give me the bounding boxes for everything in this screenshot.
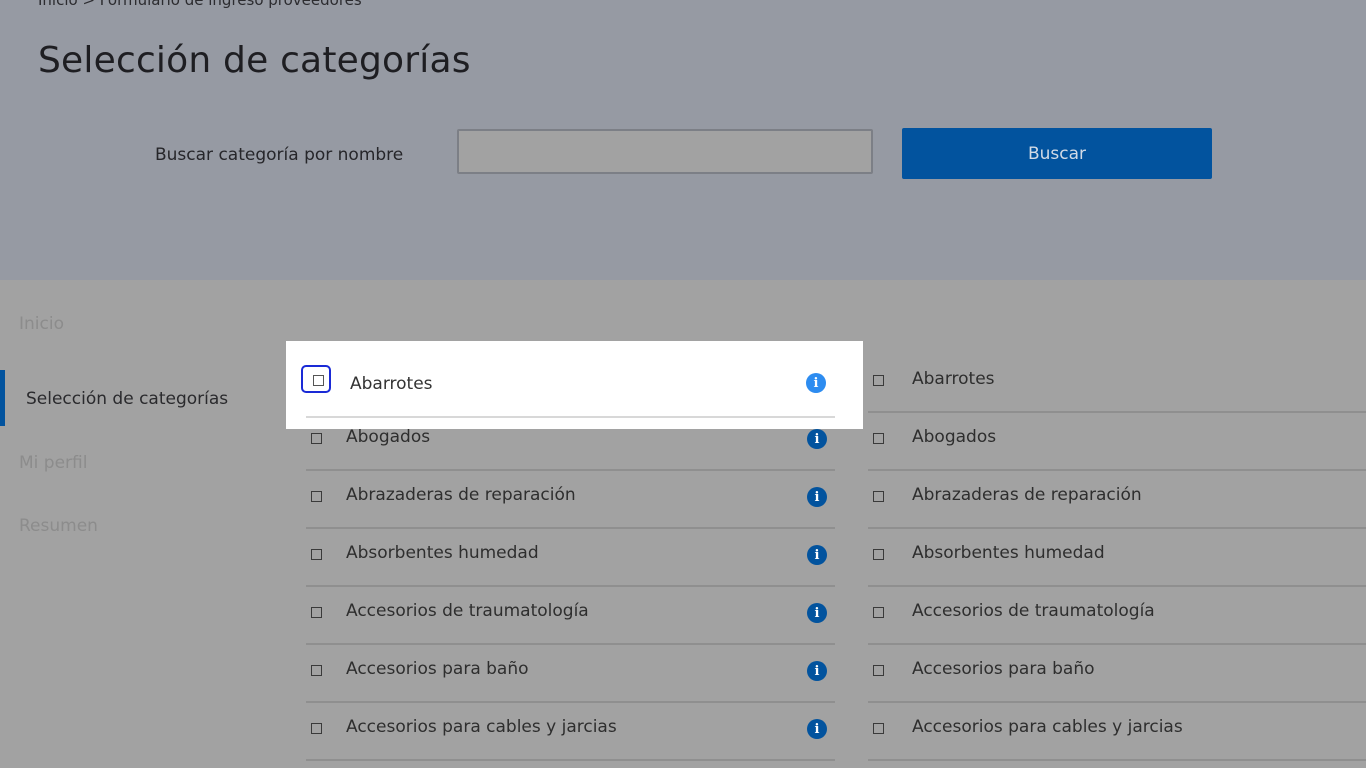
page-title: Selección de categorías bbox=[38, 40, 471, 81]
checkbox-icon[interactable] bbox=[311, 549, 322, 560]
category-label: Abarrotes bbox=[912, 369, 995, 389]
info-icon[interactable]: i bbox=[807, 429, 827, 449]
sidebar-nav: Inicio Selección de categorías Mi perfil… bbox=[0, 300, 280, 560]
checkbox-icon[interactable] bbox=[873, 491, 884, 502]
category-label: Abogados bbox=[346, 427, 431, 447]
category-row[interactable]: Absorbentes humedad i bbox=[306, 529, 835, 587]
checkbox-icon[interactable] bbox=[873, 549, 884, 560]
category-label: Accesorios para baño bbox=[346, 659, 529, 679]
info-icon[interactable]: i bbox=[807, 545, 827, 565]
info-icon[interactable]: i bbox=[807, 719, 827, 739]
info-glyph: i bbox=[814, 547, 820, 563]
category-row[interactable]: Accesorios para cables y jarcias bbox=[868, 703, 1366, 761]
info-icon[interactable]: i bbox=[807, 603, 827, 623]
category-label: Abogados bbox=[912, 427, 997, 447]
checkbox-icon[interactable] bbox=[313, 375, 324, 386]
checkbox-icon[interactable] bbox=[311, 433, 322, 444]
category-row[interactable]: Absorbentes humedad bbox=[868, 529, 1366, 587]
active-indicator bbox=[0, 370, 5, 426]
category-label: Accesorios para cables y jarcias bbox=[346, 717, 617, 737]
checkbox-icon[interactable] bbox=[873, 665, 884, 676]
breadcrumb: Inicio > Formulario de ingreso proveedor… bbox=[38, 0, 362, 9]
info-glyph: i bbox=[814, 431, 820, 447]
checkbox-icon[interactable] bbox=[873, 433, 884, 444]
category-label: Abrazaderas de reparación bbox=[346, 485, 576, 505]
category-label: Accesorios de traumatología bbox=[912, 601, 1155, 621]
sidebar-item-resumen[interactable]: Resumen bbox=[19, 516, 98, 536]
sidebar-item-seleccion-categorias[interactable]: Selección de categorías bbox=[26, 389, 228, 409]
checkbox-icon[interactable] bbox=[873, 607, 884, 618]
info-glyph: i bbox=[814, 605, 820, 621]
category-row[interactable]: Abogados bbox=[868, 413, 1366, 471]
category-row[interactable]: Abarrotes bbox=[868, 355, 1366, 413]
category-label: Abrazaderas de reparación bbox=[912, 485, 1142, 505]
highlighted-category-card: Abarrotes i bbox=[286, 341, 863, 429]
category-row[interactable]: Accesorios de traumatología i bbox=[306, 587, 835, 645]
info-glyph: i bbox=[814, 663, 820, 679]
category-label: Accesorios de traumatología bbox=[346, 601, 589, 621]
info-icon[interactable]: i bbox=[807, 487, 827, 507]
category-row[interactable]: Abrazaderas de reparación bbox=[868, 471, 1366, 529]
category-label: Absorbentes humedad bbox=[346, 543, 539, 563]
checkbox-icon[interactable] bbox=[311, 607, 322, 618]
page-header: Inicio > Formulario de ingreso proveedor… bbox=[0, 0, 1366, 280]
checkbox-icon[interactable] bbox=[873, 375, 884, 386]
info-icon[interactable]: i bbox=[806, 373, 826, 393]
checkbox-icon[interactable] bbox=[311, 665, 322, 676]
category-row[interactable]: Abrazaderas de reparación i bbox=[306, 471, 835, 529]
category-label: Abarrotes bbox=[350, 374, 433, 394]
category-label: Accesorios para cables y jarcias bbox=[912, 717, 1183, 737]
checkbox-icon[interactable] bbox=[873, 723, 884, 734]
checkbox-icon[interactable] bbox=[311, 491, 322, 502]
category-label: Absorbentes humedad bbox=[912, 543, 1105, 563]
category-list-right: Abarrotes Abogados Abrazaderas de reparaci… bbox=[868, 355, 1366, 761]
checkbox-icon[interactable] bbox=[311, 723, 322, 734]
search-label: Buscar categoría por nombre bbox=[155, 145, 404, 165]
category-label: Accesorios para baño bbox=[912, 659, 1095, 679]
search-button[interactable]: Buscar bbox=[902, 128, 1212, 179]
row-divider bbox=[306, 416, 835, 418]
category-row[interactable]: Accesorios para baño i bbox=[306, 645, 835, 703]
info-icon[interactable]: i bbox=[807, 661, 827, 681]
info-glyph: i bbox=[813, 375, 819, 391]
checkbox-focus-frame[interactable] bbox=[301, 365, 331, 393]
category-row[interactable]: Accesorios para cables y jarcias i bbox=[306, 703, 835, 761]
search-input[interactable] bbox=[457, 129, 873, 174]
category-row[interactable]: Accesorios para baño bbox=[868, 645, 1366, 703]
info-glyph: i bbox=[814, 489, 820, 505]
sidebar-item-inicio[interactable]: Inicio bbox=[19, 314, 64, 334]
category-row[interactable]: Accesorios de traumatología bbox=[868, 587, 1366, 645]
sidebar-item-mi-perfil[interactable]: Mi perfil bbox=[19, 453, 87, 473]
info-glyph: i bbox=[814, 721, 820, 737]
